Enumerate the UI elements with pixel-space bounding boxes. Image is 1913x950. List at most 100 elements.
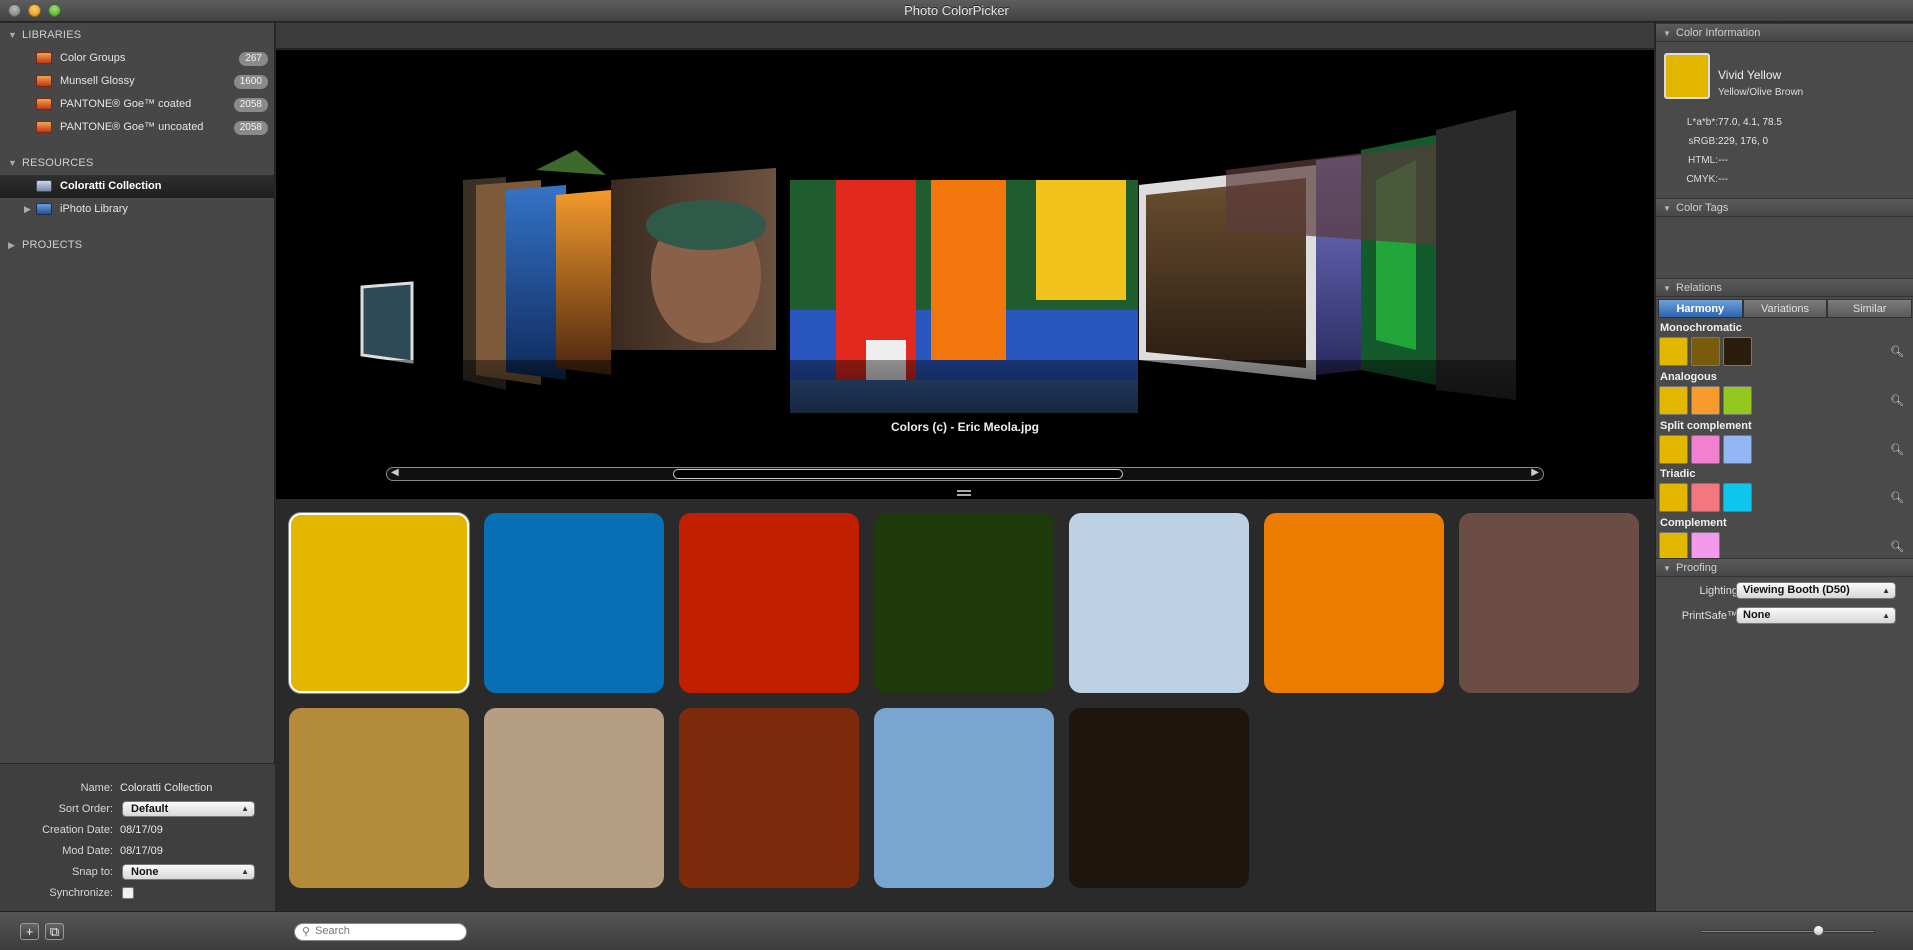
- triadic-swatches: [1659, 483, 1752, 512]
- color-swatch[interactable]: [679, 513, 859, 693]
- zoom-window-button[interactable]: [48, 4, 61, 17]
- window-controls: [8, 4, 61, 17]
- color-family: Yellow/Olive Brown: [1718, 87, 1804, 98]
- library-icon: [36, 52, 52, 64]
- color-information-header[interactable]: ▼ Color Information: [1656, 23, 1913, 42]
- zoom-slider-track[interactable]: [1700, 930, 1875, 933]
- relation-color-swatch[interactable]: [1723, 337, 1752, 366]
- analogous-swatches: [1659, 386, 1752, 415]
- coverflow-view[interactable]: Colors (c) - Eric Meola.jpg ◀ ▶: [276, 50, 1654, 499]
- color-swatch[interactable]: [1459, 513, 1639, 693]
- disclosure-triangle-icon[interactable]: ▶: [24, 198, 31, 221]
- snap-to-row: Snap to: None ▲: [0, 862, 275, 882]
- color-swatch-grid: [276, 500, 1654, 911]
- resources-section-header[interactable]: ▼ RESOURCES: [0, 151, 274, 175]
- relation-color-swatch[interactable]: [1723, 435, 1752, 464]
- search-input[interactable]: [315, 925, 455, 937]
- disclosure-triangle-icon[interactable]: ▶: [8, 233, 15, 257]
- coverflow-caption: Colors (c) - Eric Meola.jpg: [890, 420, 1040, 434]
- magnifier-icon[interactable]: 🔍︎: [1890, 491, 1904, 504]
- magnifier-icon[interactable]: 🔍︎: [1890, 540, 1904, 553]
- tab-variations[interactable]: Variations: [1742, 299, 1828, 318]
- sort-order-select[interactable]: Default ▲: [122, 801, 255, 817]
- analogous-label: Analogous: [1660, 371, 1717, 383]
- relation-color-swatch[interactable]: [1723, 386, 1752, 415]
- library-icon: [36, 121, 52, 133]
- snap-to-select[interactable]: None ▲: [122, 864, 255, 880]
- relation-color-swatch[interactable]: [1659, 386, 1688, 415]
- collection-name: Coloratti Collection: [120, 782, 213, 794]
- synchronize-row: Synchronize:: [0, 883, 275, 903]
- scrollbar-thumb[interactable]: [673, 469, 1123, 479]
- add-button[interactable]: +: [20, 923, 39, 940]
- sidebar-item-pantone-uncoated[interactable]: PANTONE® Goe™ uncoated 2058: [0, 116, 274, 139]
- synchronize-checkbox[interactable]: [122, 887, 134, 899]
- color-swatch[interactable]: [289, 513, 469, 693]
- relation-color-swatch[interactable]: [1691, 337, 1720, 366]
- relation-color-swatch[interactable]: [1659, 532, 1688, 561]
- color-swatch[interactable]: [1069, 513, 1249, 693]
- minimize-window-button[interactable]: [28, 4, 41, 17]
- color-swatch[interactable]: [484, 513, 664, 693]
- updown-arrows-icon: ▲: [241, 867, 249, 876]
- relation-color-swatch[interactable]: [1691, 435, 1720, 464]
- scroll-left-arrow-icon[interactable]: ◀: [391, 467, 399, 478]
- count-badge: 2058: [233, 98, 268, 112]
- relations-header[interactable]: ▼ Relations: [1656, 278, 1913, 297]
- color-swatch[interactable]: [679, 708, 859, 888]
- sidebar-item-iphoto-library[interactable]: ▶ iPhoto Library: [0, 198, 274, 221]
- disclosure-triangle-icon[interactable]: ▼: [8, 23, 17, 47]
- updown-arrows-icon: ▲: [241, 804, 249, 813]
- disclosure-triangle-icon[interactable]: ▼: [1663, 279, 1671, 298]
- libraries-section-header[interactable]: ▼ LIBRARIES: [0, 23, 274, 47]
- sidebar-item-coloratti-collection[interactable]: Coloratti Collection: [0, 175, 274, 198]
- relation-color-swatch[interactable]: [1723, 483, 1752, 512]
- sidebar-item-color-groups[interactable]: Color Groups 267: [0, 47, 274, 70]
- lab-row: L*a*b*: 77.0, 4.1, 78.5: [1686, 117, 1782, 128]
- color-swatch[interactable]: [289, 708, 469, 888]
- color-swatch[interactable]: [874, 708, 1054, 888]
- color-swatch[interactable]: [484, 708, 664, 888]
- proofing-header[interactable]: ▼ Proofing: [1656, 558, 1913, 577]
- color-tags-header[interactable]: ▼ Color Tags: [1656, 198, 1913, 217]
- sidebar-item-munsell-glossy[interactable]: Munsell Glossy 1600: [0, 70, 274, 93]
- disclosure-triangle-icon[interactable]: ▼: [8, 151, 17, 175]
- magnifier-icon[interactable]: 🔍︎: [1890, 394, 1904, 407]
- cmyk-row: CMYK: ---: [1686, 174, 1728, 185]
- search-field[interactable]: ⚲: [294, 923, 467, 941]
- projects-section-header[interactable]: ▶ PROJECTS: [0, 233, 274, 257]
- color-swatch[interactable]: [1264, 513, 1444, 693]
- color-swatch[interactable]: [874, 513, 1054, 693]
- library-icon: [36, 75, 52, 87]
- lighting-select[interactable]: Viewing Booth (D50) ▲: [1736, 582, 1896, 599]
- action-button[interactable]: ⧉: [45, 923, 64, 940]
- splitter-grip-icon[interactable]: [957, 490, 971, 496]
- count-badge: 267: [239, 52, 268, 66]
- relation-color-swatch[interactable]: [1659, 483, 1688, 512]
- relation-color-swatch[interactable]: [1691, 483, 1720, 512]
- relation-color-swatch[interactable]: [1691, 386, 1720, 415]
- complement-label: Complement: [1660, 517, 1727, 529]
- relation-color-swatch[interactable]: [1691, 532, 1720, 561]
- magnifier-icon[interactable]: 🔍︎: [1890, 345, 1904, 358]
- printsafe-select[interactable]: None ▲: [1736, 607, 1896, 624]
- title-bar: Photo ColorPicker: [0, 0, 1913, 22]
- coverflow-scrollbar[interactable]: ◀ ▶: [386, 467, 1544, 481]
- sidebar-item-pantone-coated[interactable]: PANTONE® Goe™ coated 2058: [0, 93, 274, 116]
- tab-harmony[interactable]: Harmony: [1658, 299, 1743, 318]
- color-swatch[interactable]: [1069, 708, 1249, 888]
- zoom-slider-knob[interactable]: [1813, 925, 1824, 936]
- relation-color-swatch[interactable]: [1659, 435, 1688, 464]
- magnifier-icon[interactable]: 🔍︎: [1890, 443, 1904, 456]
- scroll-right-arrow-icon[interactable]: ▶: [1531, 467, 1539, 478]
- disclosure-triangle-icon[interactable]: ▼: [1663, 199, 1671, 218]
- creation-date-row: Creation Date: 08/17/09: [42, 824, 163, 836]
- tab-similar[interactable]: Similar: [1827, 299, 1913, 318]
- count-badge: 2058: [233, 121, 268, 135]
- disclosure-triangle-icon[interactable]: ▼: [1663, 559, 1671, 578]
- sort-order-row: Sort Order: Default ▲: [0, 799, 275, 819]
- relation-color-swatch[interactable]: [1659, 337, 1688, 366]
- updown-arrows-icon: ▲: [1882, 611, 1890, 620]
- close-window-button[interactable]: [8, 4, 21, 17]
- disclosure-triangle-icon[interactable]: ▼: [1663, 24, 1671, 43]
